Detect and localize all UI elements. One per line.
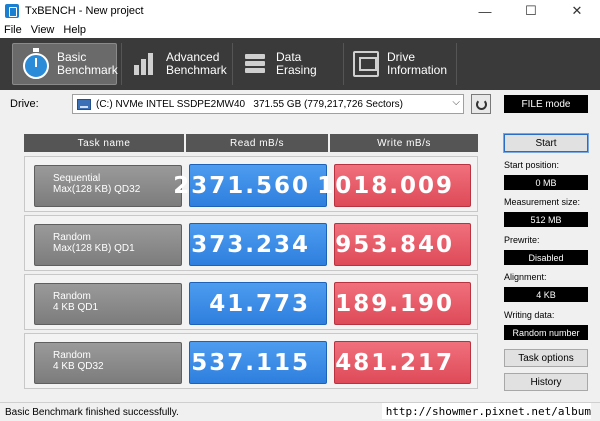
- window-controls: — ☐ ✕: [462, 0, 600, 22]
- app-icon: [5, 4, 19, 18]
- task-button[interactable]: Sequential Max(128 KB) QD32: [34, 165, 182, 207]
- task-options-button[interactable]: Task options: [504, 349, 588, 367]
- alignment-value[interactable]: 4 KB: [504, 287, 588, 302]
- disk-icon: [77, 98, 91, 110]
- results-table: Task name Read mB/s Write mB/s Sequentia…: [24, 134, 478, 406]
- drive-label: Drive:: [10, 98, 39, 110]
- prewrite-value[interactable]: Disabled: [504, 250, 588, 265]
- start-button[interactable]: Start: [503, 133, 589, 153]
- header-task-name: Task name: [24, 134, 184, 152]
- refresh-button[interactable]: [471, 94, 491, 114]
- menu-bar: File View Help: [0, 22, 600, 38]
- table-row: Random 4 KB QD1 41.773 189.190: [24, 274, 478, 330]
- minimize-button[interactable]: —: [462, 0, 508, 22]
- start-position-label: Start position:: [504, 160, 560, 170]
- title-bar: TxBENCH - New project — ☐ ✕: [0, 0, 600, 22]
- start-position-value[interactable]: 0 MB: [504, 175, 588, 190]
- header-read: Read mB/s: [186, 134, 328, 152]
- advanced-benchmark-tab[interactable]: Advanced Benchmark: [122, 43, 230, 85]
- table-row: Sequential Max(128 KB) QD32 2371.560 101…: [24, 156, 478, 212]
- maximize-button[interactable]: ☐: [508, 0, 554, 22]
- close-button[interactable]: ✕: [554, 0, 600, 22]
- task-button[interactable]: Random 4 KB QD1: [34, 283, 182, 325]
- prewrite-label: Prewrite:: [504, 235, 540, 245]
- write-value: 1018.009: [317, 164, 471, 207]
- history-button[interactable]: History: [504, 373, 588, 391]
- read-value: 537.115: [189, 341, 327, 384]
- menu-view[interactable]: View: [31, 24, 55, 36]
- alignment-label: Alignment:: [504, 272, 547, 282]
- drive-selected-value: (C:) NVMe INTEL SSDPE2MW40 371.55 GB (77…: [96, 98, 403, 110]
- read-value: 373.234: [189, 223, 327, 266]
- drive-info-icon: [353, 51, 379, 77]
- basic-benchmark-tab[interactable]: Basic Benchmark: [12, 43, 118, 85]
- menu-help[interactable]: Help: [63, 24, 86, 36]
- erase-icon: [242, 51, 268, 77]
- header-write: Write mB/s: [330, 134, 478, 152]
- write-value: 481.217: [334, 341, 471, 384]
- read-value: 41.773: [189, 282, 327, 325]
- data-erasing-tab[interactable]: Data Erasing: [232, 43, 342, 85]
- advanced-benchmark-label: Advanced Benchmark: [166, 50, 227, 77]
- drive-select[interactable]: (C:) NVMe INTEL SSDPE2MW40 371.55 GB (77…: [72, 94, 464, 114]
- data-erasing-label: Data Erasing: [276, 50, 317, 77]
- drive-information-tab[interactable]: Drive Information: [343, 43, 455, 85]
- write-value: 953.840: [334, 223, 471, 266]
- window-title: TxBENCH - New project: [25, 5, 144, 17]
- refresh-icon: [475, 98, 487, 110]
- stopwatch-icon: [23, 48, 49, 79]
- task-button[interactable]: Random 4 KB QD32: [34, 342, 182, 384]
- table-row: Random Max(128 KB) QD1 373.234 953.840: [24, 215, 478, 271]
- menu-file[interactable]: File: [4, 24, 22, 36]
- chevron-down-icon: ⌵: [452, 97, 460, 108]
- file-mode-indicator: FILE mode: [504, 95, 588, 113]
- measurement-size-value[interactable]: 512 MB: [504, 212, 588, 227]
- table-row: Random 4 KB QD32 537.115 481.217: [24, 333, 478, 389]
- drive-information-label: Drive Information: [387, 50, 448, 77]
- writing-data-value[interactable]: Random number: [504, 325, 588, 340]
- bar-chart-icon: [132, 51, 158, 77]
- watermark-url: http://showmer.pixnet.net/album: [381, 403, 591, 419]
- read-value: 2371.560: [173, 164, 327, 207]
- task-button[interactable]: Random Max(128 KB) QD1: [34, 224, 182, 266]
- writing-data-label: Writing data:: [504, 310, 555, 320]
- status-text: Basic Benchmark finished successfully.: [5, 406, 179, 418]
- measurement-size-label: Measurement size:: [504, 197, 581, 207]
- basic-benchmark-label: Basic Benchmark: [57, 50, 118, 77]
- write-value: 189.190: [334, 282, 471, 325]
- main-toolbar: Basic Benchmark Advanced Benchmark Data …: [0, 38, 600, 90]
